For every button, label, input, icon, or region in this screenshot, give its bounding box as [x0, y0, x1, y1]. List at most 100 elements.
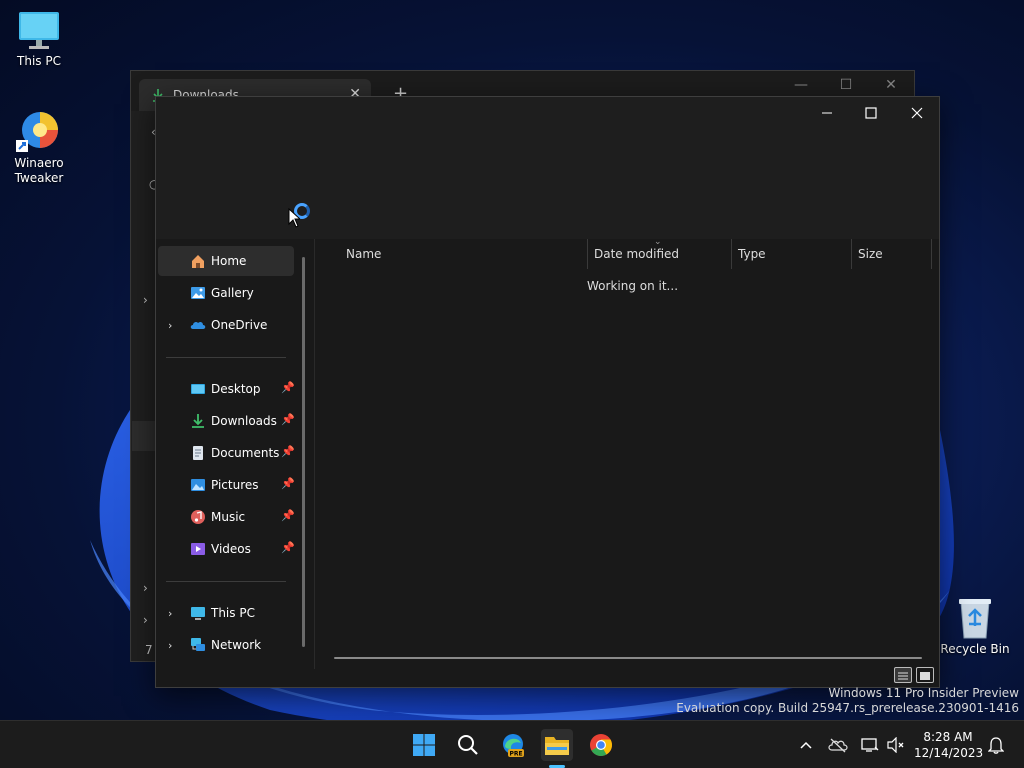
chevron-up-icon: [800, 741, 812, 749]
network-tray-button[interactable]: [860, 735, 880, 755]
chevron-right-icon[interactable]: ›: [168, 639, 172, 652]
start-button[interactable]: [408, 729, 440, 761]
edge-preview-button[interactable]: PRE: [497, 729, 529, 761]
details-view-button[interactable]: [894, 667, 912, 683]
home-icon: [192, 255, 204, 268]
sidebar-item-label: Home: [211, 254, 247, 268]
chevron-right-icon[interactable]: ›: [143, 581, 148, 595]
pin-icon[interactable]: 📌: [281, 445, 295, 458]
clock-date: 12/14/2023: [914, 746, 984, 760]
file-explorer-icon: [545, 737, 569, 755]
documents-icon: [193, 446, 203, 460]
chrome-taskbar-button[interactable]: [585, 729, 617, 761]
pin-icon[interactable]: 📌: [281, 509, 295, 522]
chrome-icon: [590, 734, 612, 756]
sidebar-item-desktop[interactable]: Desktop 📌: [158, 374, 295, 404]
pin-icon[interactable]: 📌: [281, 541, 295, 554]
edge-pre-badge: PRE: [509, 751, 522, 758]
desktop-icon-this-pc[interactable]: This PC: [0, 10, 78, 69]
desktop-icon-winaero-tweaker[interactable]: Winaero Tweaker: [0, 108, 78, 186]
close-button[interactable]: [894, 99, 940, 127]
minimize-button[interactable]: [804, 99, 850, 127]
videos-icon: [191, 543, 205, 555]
clock-time: 8:28 AM: [923, 730, 973, 744]
search-button[interactable]: [452, 729, 484, 761]
monitor-icon: [19, 12, 59, 49]
downloads-icon: [192, 414, 204, 428]
chevron-right-icon[interactable]: ›: [143, 613, 148, 627]
sidebar-item-downloads[interactable]: Downloads 📌: [158, 406, 295, 436]
sidebar-item-label: Videos: [211, 542, 251, 556]
bg-maximize-button[interactable]: ☐: [823, 77, 869, 93]
sidebar-item-this-pc[interactable]: › This PC: [158, 598, 294, 628]
evaluation-watermark: Windows 11 Pro Insider Preview Evaluatio…: [676, 686, 1019, 716]
column-header-type[interactable]: Type: [732, 239, 852, 269]
sidebar-item-music[interactable]: Music 📌: [158, 502, 295, 532]
nav-separator: [166, 581, 286, 582]
sidebar-item-pictures[interactable]: Pictures 📌: [158, 470, 295, 500]
volume-tray-button[interactable]: [886, 735, 906, 755]
pictures-icon: [191, 479, 205, 491]
chevron-right-icon[interactable]: ›: [168, 319, 172, 332]
sidebar-item-label: OneDrive: [211, 318, 268, 332]
chevron-right-icon[interactable]: ›: [143, 293, 148, 307]
tiles-view-icon: [920, 672, 930, 680]
speaker-muted-icon: [887, 737, 904, 753]
column-header-name[interactable]: Name: [340, 239, 588, 269]
nav-scrollbar[interactable]: [302, 257, 305, 647]
pin-icon[interactable]: 📌: [281, 477, 295, 490]
pane-divider[interactable]: [314, 239, 315, 669]
explorer-window[interactable]: Home Gallery › OneDrive Desktop 📌 Downlo…: [155, 96, 940, 688]
pin-icon[interactable]: 📌: [281, 413, 295, 426]
column-header-date-modified[interactable]: ⌄ Date modified: [588, 237, 732, 269]
bg-nav-strip: ‹ ○ › › ›: [131, 111, 159, 661]
sidebar-item-videos[interactable]: Videos 📌: [158, 534, 295, 564]
maximize-button[interactable]: [848, 99, 894, 127]
sidebar-item-network[interactable]: › Network: [158, 630, 294, 660]
mouse-cursor-icon: [288, 208, 300, 228]
sidebar-item-label: Pictures: [211, 478, 259, 492]
sidebar-item-home[interactable]: Home: [158, 246, 294, 276]
sidebar-item-documents[interactable]: Documents 📌: [158, 438, 295, 468]
file-list[interactable]: Name ⌄ Date modified Type Size Working o…: [316, 237, 938, 683]
show-hidden-icons-button[interactable]: [796, 735, 816, 755]
sidebar-item-label: This PC: [211, 606, 255, 620]
sidebar-item-gallery[interactable]: Gallery: [158, 278, 294, 308]
gallery-icon: [191, 287, 205, 299]
desktop-icon-recycle-bin[interactable]: Recycle Bin: [936, 596, 1014, 657]
sort-descending-icon: ⌄: [654, 237, 662, 247]
bell-icon: [988, 737, 1004, 754]
sidebar-item-label: Network: [211, 638, 262, 652]
taskbar[interactable]: PRE 8:28 AM 12/14/2023: [0, 720, 1024, 768]
details-view-icon: [898, 672, 908, 680]
file-explorer-taskbar-button[interactable]: [541, 729, 573, 761]
sidebar-item-onedrive[interactable]: › OneDrive: [158, 310, 294, 340]
this-pc-icon: [191, 607, 205, 620]
loading-status-text: Working on it...: [587, 279, 679, 293]
nav-separator: [166, 357, 286, 358]
bg-close-button[interactable]: ✕: [868, 77, 914, 93]
onedrive-tray-button[interactable]: [828, 735, 848, 755]
sidebar-item-label: Downloads: [211, 414, 277, 428]
column-header-label: Size: [858, 247, 883, 261]
navigation-pane[interactable]: Home Gallery › OneDrive Desktop 📌 Downlo…: [156, 239, 314, 659]
sidebar-item-label: Documents: [211, 446, 280, 460]
recycle-bin-icon: [959, 599, 991, 639]
title-bar[interactable]: [156, 97, 939, 239]
sidebar-item-label: Music: [211, 510, 246, 524]
taskbar-clock[interactable]: 8:28 AM 12/14/2023: [914, 729, 984, 761]
search-icon: [458, 735, 478, 755]
column-header-label: Date modified: [594, 247, 680, 261]
pin-icon[interactable]: 📌: [281, 381, 295, 394]
bg-minimize-button[interactable]: —: [778, 77, 824, 93]
network-monitor-icon: [861, 738, 879, 752]
chevron-right-icon[interactable]: ›: [168, 607, 172, 620]
tiles-view-button[interactable]: [916, 667, 934, 683]
watermark-line-2: Evaluation copy. Build 25947.rs_prerelea…: [676, 701, 1019, 715]
horizontal-scrollbar[interactable]: [334, 657, 922, 659]
column-header-size[interactable]: Size: [852, 239, 932, 269]
bg-nav-selection: [132, 421, 156, 451]
windows-logo-icon: [413, 734, 435, 756]
notifications-button[interactable]: [986, 735, 1006, 755]
cloud-offline-icon: [828, 738, 848, 753]
